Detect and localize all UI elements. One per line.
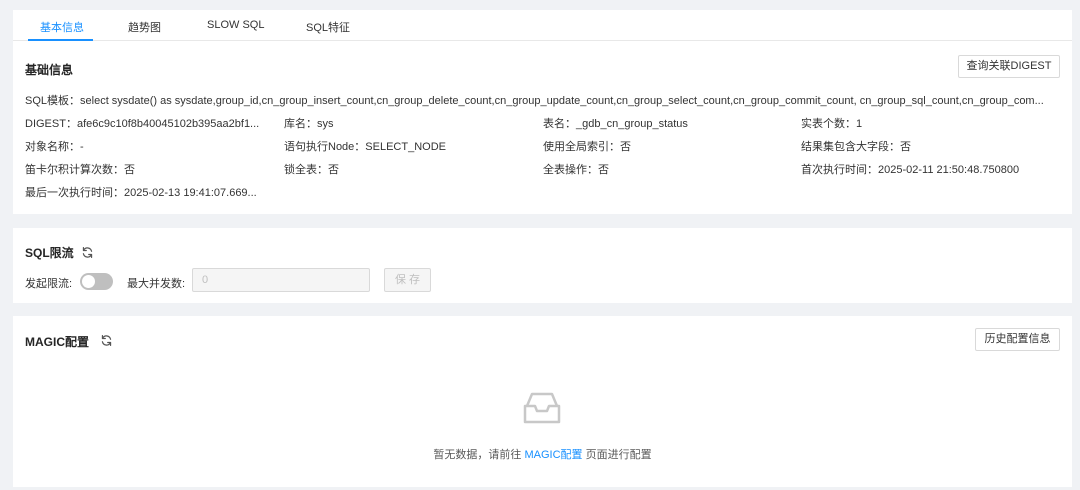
refresh-icon[interactable] [81,246,94,259]
magic-config-card: MAGIC配置 历史配置信息 暂无数据，请前往 MAGIC配置 页面进行配置 [13,316,1072,487]
last-exec-time: 最后一次执行时间：2025-02-13 19:41:07.669... [25,187,257,199]
save-button[interactable]: 保 存 [384,268,431,292]
refresh-icon[interactable] [100,334,113,347]
tab-sql-feature[interactable]: SQL特征 [306,19,350,35]
sql-limit-card: SQL限流 发起限流: 最大并发数: 0 保 存 [13,228,1072,303]
magic-config-link[interactable]: MAGIC配置 [524,449,582,461]
empty-inbox-icon [523,392,561,424]
query-digest-button[interactable]: 查询关联DIGEST [958,55,1060,78]
toggle-knob [82,275,95,288]
table-name: 表名：_gdb_cn_group_status [543,118,688,130]
object-name: 对象名称：- [25,141,84,153]
basic-info-title: 基础信息 [25,63,74,77]
empty-message: 暂无数据，请前往 MAGIC配置 页面进行配置 [13,446,1072,462]
sql-template: SQL模板：select sysdate() as sysdate,group_… [25,95,1044,107]
max-concurrency-input[interactable]: 0 [192,268,370,292]
database-name: 库名：sys [284,118,334,130]
cartesian-count: 笛卡尔积计算次数：否 [25,164,135,176]
actual-table-count: 实表个数：1 [801,118,863,130]
first-exec-time: 首次执行时间：2025-02-11 21:50:48.750800 [801,164,1020,176]
limit-toggle-label: 发起限流: [25,278,73,290]
basic-info-card: 基本信息 趋势图 SLOW SQL SQL特征 基础信息 查询关联DIGEST … [13,10,1072,214]
tab-slow-sql[interactable]: SLOW SQL [207,19,264,31]
max-concurrency-label: 最大并发数: [127,278,186,290]
lock-table: 锁全表：否 [284,164,339,176]
full-table-op: 全表操作：否 [543,164,609,176]
digest-value: DIGEST：afe6c9c10f8b40045102b395aa2bf1... [25,118,260,130]
empty-suffix: 页面进行配置 [585,449,652,461]
limit-toggle[interactable] [80,273,113,290]
tab-bar: 基本信息 趋势图 SLOW SQL SQL特征 [13,10,1072,41]
tab-trend[interactable]: 趋势图 [128,19,161,35]
global-index: 使用全局索引：否 [543,141,631,153]
empty-prefix: 暂无数据，请前往 [433,449,522,461]
exec-node: 语句执行Node：SELECT_NODE [284,141,446,153]
large-field: 结果集包含大字段：否 [801,141,911,153]
active-tab-indicator [28,39,93,41]
tab-basic-info[interactable]: 基本信息 [40,19,84,35]
history-config-button[interactable]: 历史配置信息 [975,328,1060,351]
sql-limit-title: SQL限流 [25,246,74,260]
magic-title: MAGIC配置 [25,335,89,349]
